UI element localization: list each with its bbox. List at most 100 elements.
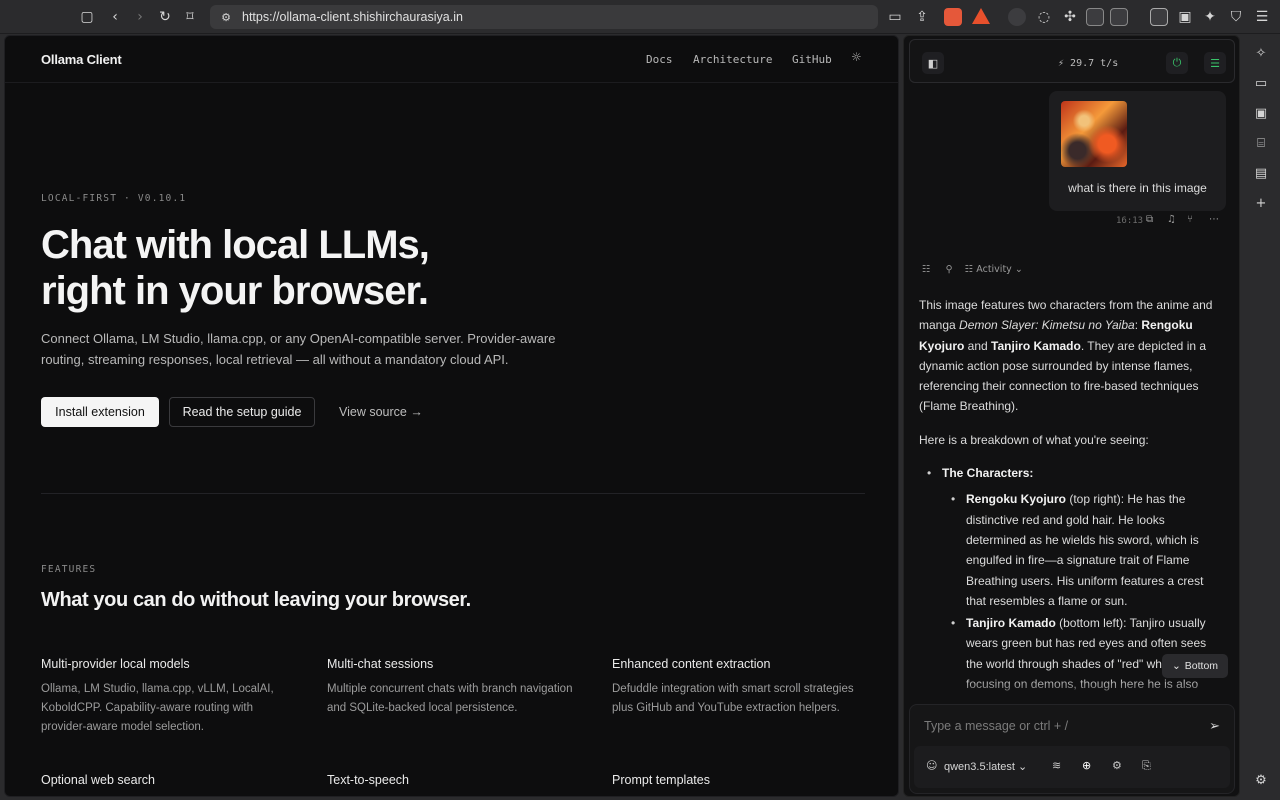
reload-icon[interactable]: ↻ [155, 7, 175, 27]
wallet-icon[interactable]: ▣ [1175, 7, 1195, 27]
leo-ai-icon[interactable]: ✧ [1252, 44, 1270, 62]
model-name: qwen3.5:latest [944, 761, 1015, 773]
sidebar-panel-icon[interactable] [1150, 8, 1168, 26]
cast-icon[interactable]: ▭ [885, 7, 905, 27]
model-selector[interactable]: qwen3.5:latest ⌄ [944, 760, 1027, 773]
sidebar-toggle-icon[interactable]: ▢ [77, 7, 97, 27]
share-icon[interactable]: ⇪ [912, 7, 932, 27]
bot-icon: ☺ [926, 759, 938, 772]
nav-docs[interactable]: Docs [646, 53, 673, 66]
site-settings-icon[interactable]: ⚙ [216, 7, 236, 27]
site-header: Ollama Client Docs Architecture GitHub ☼ [5, 36, 898, 83]
nav-github[interactable]: GitHub [792, 53, 832, 66]
chat-side-panel: ◧ ⚡ 29.7 t/s ⏻ ☰ what is there in this i… [903, 35, 1240, 797]
link-icon[interactable]: ⚲ [946, 264, 953, 275]
more-icon[interactable]: ⋯ [1209, 214, 1219, 225]
browser-sidebar-rail: ✧ ▭ ▣ ⌸ ▤ + ⚙ [1242, 35, 1280, 800]
copy-icon[interactable]: ⧉ [1146, 214, 1153, 225]
attach-icon[interactable]: ⎘ [1142, 759, 1151, 773]
web-search-icon[interactable]: ⊕ [1082, 759, 1091, 772]
forward-icon[interactable]: › [130, 7, 150, 27]
answer-paragraph: Here is a breakdown of what you're seein… [919, 432, 1149, 447]
feature-desc: Defuddle integration with smart scroll s… [612, 683, 854, 714]
menu-icon[interactable]: ☰ [1252, 7, 1272, 27]
feature-card: Prompt templates [612, 773, 862, 796]
features-eyebrow: FEATURES [41, 564, 97, 575]
composer-toolbar: ☺ qwen3.5:latest ⌄ ≋ ⊕ ⚙ ⎘ [914, 746, 1230, 788]
feature-title: Enhanced content extraction [612, 657, 771, 671]
sidebar-toggle-button[interactable]: ◧ [922, 52, 944, 74]
nav-architecture[interactable]: Architecture [693, 53, 772, 66]
branch-icon[interactable]: ⑂ [1187, 214, 1193, 225]
extension-icon-3[interactable] [1086, 8, 1104, 26]
theme-toggle-icon[interactable]: ☼ [851, 50, 865, 64]
message-composer: Type a message or ctrl + / ➢ ☺ qwen3.5:l… [909, 704, 1235, 794]
scroll-bottom-label: Bottom [1184, 660, 1219, 672]
url-text[interactable]: https://ollama-client.shishirchaurasiya.… [242, 10, 463, 24]
speak-icon[interactable]: ♫ [1167, 214, 1176, 225]
user-message-text: what is there in this image [1068, 181, 1207, 195]
attached-image[interactable] [1061, 101, 1127, 167]
answer-paragraph: This image features two characters from … [919, 298, 1213, 414]
feature-card: Multi-chat sessions Multiple concurrent … [327, 657, 577, 718]
bookmarks-icon[interactable]: ⌸ [1252, 134, 1270, 152]
web-page: Ollama Client Docs Architecture GitHub ☼… [4, 35, 899, 797]
view-source-link[interactable]: View source → [339, 405, 423, 419]
feature-title: Multi-chat sessions [327, 657, 434, 671]
add-icon[interactable]: + [1252, 194, 1270, 212]
settings-icon[interactable]: ⚙ [1112, 759, 1122, 772]
feature-card: Enhanced content extraction Defuddle int… [612, 657, 862, 718]
activity-icon[interactable]: ☷ [965, 264, 974, 275]
feature-title: Text-to-speech [327, 773, 409, 787]
feature-title: Prompt templates [612, 773, 710, 787]
leo-ai-icon[interactable]: ✦ [1200, 7, 1220, 27]
scroll-to-bottom-button[interactable]: ⌄ Bottom [1162, 654, 1228, 678]
setup-guide-button[interactable]: Read the setup guide [169, 397, 315, 427]
media-icon[interactable]: ▭ [1252, 74, 1270, 92]
wallet-icon[interactable]: ▣ [1252, 104, 1270, 122]
back-icon[interactable]: ‹ [105, 7, 125, 27]
browser-toolbar: ▢ ‹ › ↻ ⌑ ⚙ https://ollama-client.shishi… [0, 0, 1280, 34]
list-icon[interactable]: ☷ [922, 264, 931, 275]
message-time: 16:13 [1116, 216, 1144, 226]
list-item: Rengoku Kyojuro (top right): He has the … [919, 489, 1219, 611]
chevron-down-icon: ⌄ [1171, 660, 1181, 672]
install-extension-button[interactable]: Install extension [41, 397, 159, 427]
send-icon[interactable]: ➢ [1209, 719, 1220, 734]
features-title: What you can do without leaving your bro… [41, 589, 471, 611]
feature-title: Multi-provider local models [41, 657, 190, 671]
tokens-per-second-value: 29.7 t/s [1070, 58, 1119, 69]
hero-eyebrow: LOCAL-FIRST · V0.10.1 [41, 193, 187, 204]
brave-rewards-icon[interactable] [972, 8, 990, 24]
extension-icon-4[interactable] [1110, 8, 1128, 26]
user-message: what is there in this image [1049, 91, 1226, 211]
extension-icon-2[interactable]: ◌ [1034, 7, 1054, 27]
feature-desc: Multiple concurrent chats with branch na… [327, 683, 573, 714]
hero-subtitle: Connect Ollama, LM Studio, llama.cpp, or… [41, 331, 556, 367]
reading-list-icon[interactable]: ▤ [1252, 164, 1270, 182]
tokens-per-second: ⚡ 29.7 t/s [1058, 58, 1119, 69]
feature-card: Optional web search [41, 773, 291, 796]
hero-title-line-2: right in your browser. [41, 269, 429, 313]
feature-card: Text-to-speech [327, 773, 577, 796]
storage-icon[interactable]: ☰ [1204, 52, 1226, 74]
status-icon[interactable]: ⏻ [1166, 52, 1188, 74]
assistant-message: This image features two characters from … [919, 295, 1219, 696]
hero-title-line-1: Chat with local LLMs, [41, 223, 430, 267]
scroll-fade [904, 676, 1239, 704]
bookmark-icon[interactable]: ⌑ [180, 7, 200, 27]
hero-title: Chat with local LLMs, right in your brow… [41, 222, 430, 314]
vpn-icon[interactable]: ⛉ [1226, 7, 1246, 27]
extensions-puzzle-icon[interactable]: ✣ [1060, 7, 1080, 27]
address-bar[interactable]: ⚙ https://ollama-client.shishirchaurasiy… [210, 5, 878, 29]
layers-icon[interactable]: ≋ [1052, 759, 1061, 772]
brave-shield-icon[interactable] [944, 8, 962, 26]
activity-toggle[interactable]: Activity [976, 264, 1012, 275]
chevron-down-icon[interactable]: ⌄ [1015, 264, 1023, 275]
message-input[interactable]: Type a message or ctrl + / [924, 719, 1068, 733]
feature-desc: Ollama, LM Studio, llama.cpp, vLLM, Loca… [41, 683, 274, 733]
extension-icon-1[interactable] [1008, 8, 1026, 26]
site-brand[interactable]: Ollama Client [41, 52, 122, 67]
feature-card: Multi-provider local models Ollama, LM S… [41, 657, 291, 737]
settings-icon[interactable]: ⚙ [1252, 771, 1270, 789]
